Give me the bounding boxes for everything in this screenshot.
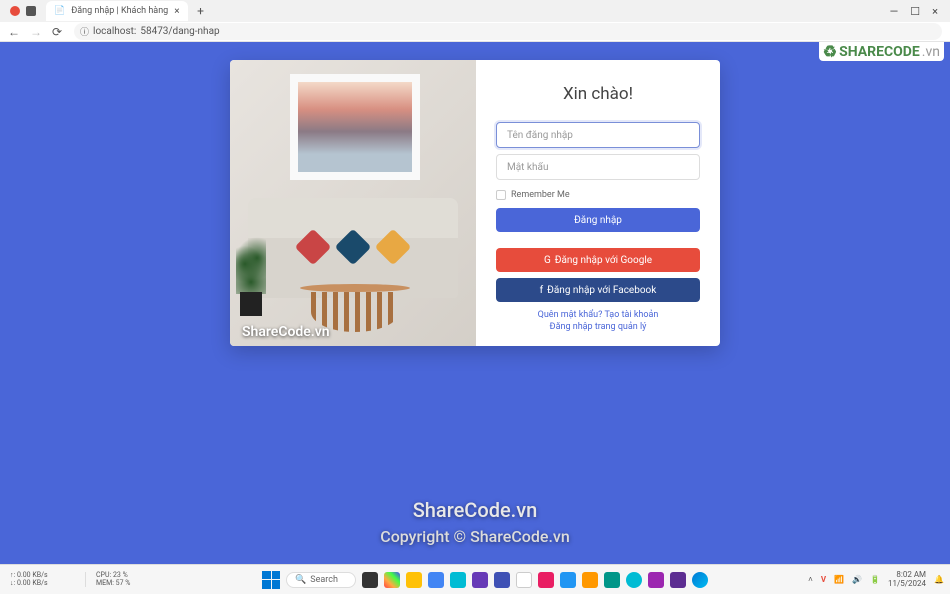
- tab-row: 📄 Đăng nhập | Khách hàng × + — ☐ ×: [0, 0, 950, 22]
- new-tab-button[interactable]: +: [192, 4, 210, 18]
- task-icon[interactable]: [406, 572, 422, 588]
- task-icon[interactable]: [384, 572, 400, 588]
- system-tray: ˄ V 📶 🔊 🔋 8:02 AM 11/5/2024 🔔: [808, 571, 944, 589]
- app-icon-dark: [26, 6, 36, 16]
- remember-checkbox[interactable]: [496, 190, 506, 200]
- close-icon[interactable]: ×: [932, 5, 938, 18]
- taskbar-search[interactable]: 🔍 Search: [286, 572, 356, 588]
- task-icon[interactable]: [472, 572, 488, 588]
- login-image: ShareCode.vn: [230, 60, 476, 346]
- password-input[interactable]: [496, 154, 700, 180]
- page-body: ♻ SHARECODE.vn ShareCode.vn Xin chào! Re…: [0, 42, 950, 564]
- system-stats: CPU: 23 % MEM: 57 %: [92, 572, 162, 587]
- app-icons: [4, 6, 42, 16]
- facebook-login-button[interactable]: fĐăng nhập với Facebook: [496, 278, 700, 302]
- reload-icon[interactable]: ⟳: [52, 25, 66, 39]
- minimize-icon[interactable]: —: [890, 5, 899, 18]
- url-bar[interactable]: ⓘ localhost: 58473/dang-nhap: [74, 23, 942, 40]
- recycle-icon: ♻: [823, 42, 837, 61]
- app-icon-red: [10, 6, 20, 16]
- date-text: 11/5/2024: [888, 580, 926, 589]
- logo-suffix: .vn: [922, 44, 940, 60]
- painting-decoration: [290, 74, 420, 180]
- search-icon: 🔍: [295, 575, 306, 585]
- facebook-icon: f: [540, 285, 543, 296]
- task-icon[interactable]: [450, 572, 466, 588]
- browser-tab[interactable]: 📄 Đăng nhập | Khách hàng ×: [46, 1, 188, 21]
- notifications-icon[interactable]: 🔔: [934, 575, 944, 584]
- forward-icon[interactable]: →: [30, 25, 44, 39]
- link-row-1: Quên mật khẩu? Tạo tài khoản: [496, 310, 700, 320]
- link-row-2: Đăng nhập trang quản lý: [496, 322, 700, 332]
- admin-login-link[interactable]: Đăng nhập trang quản lý: [550, 322, 647, 332]
- task-icon[interactable]: [538, 572, 554, 588]
- create-account-link[interactable]: Tạo tài khoản: [604, 310, 658, 320]
- tab-title: Đăng nhập | Khách hàng: [71, 6, 168, 16]
- remember-row: Remember Me: [496, 190, 700, 200]
- task-icon[interactable]: [516, 572, 532, 588]
- task-icon[interactable]: [560, 572, 576, 588]
- login-form: Xin chào! Remember Me Đăng nhập GĐăng nh…: [476, 60, 720, 346]
- task-icon[interactable]: [362, 572, 378, 588]
- search-placeholder: Search: [310, 575, 338, 585]
- page-watermark-1: ShareCode.vn: [413, 498, 538, 522]
- task-icon[interactable]: [582, 572, 598, 588]
- clock[interactable]: 8:02 AM 11/5/2024: [888, 571, 926, 589]
- wifi-icon[interactable]: 📶: [834, 575, 844, 584]
- taskbar-apps: [362, 572, 708, 588]
- tray-icon[interactable]: V: [821, 575, 826, 584]
- browser-chrome: 📄 Đăng nhập | Khách hàng × + — ☐ × ← → ⟳…: [0, 0, 950, 42]
- form-title: Xin chào!: [496, 84, 700, 104]
- window-controls: — ☐ ×: [890, 5, 946, 18]
- login-card: ShareCode.vn Xin chào! Remember Me Đăng …: [230, 60, 720, 346]
- task-icon[interactable]: [604, 572, 620, 588]
- task-icon[interactable]: [670, 572, 686, 588]
- logo-text: SHARECODE: [839, 44, 920, 60]
- login-button[interactable]: Đăng nhập: [496, 208, 700, 232]
- page-watermark-2: Copyright © ShareCode.vn: [380, 527, 570, 546]
- tray-chevron-icon[interactable]: ˄: [808, 575, 813, 584]
- tab-favicon: 📄: [54, 6, 65, 16]
- battery-icon[interactable]: 🔋: [870, 575, 880, 584]
- start-button[interactable]: [262, 571, 280, 589]
- google-login-button[interactable]: GĐăng nhập với Google: [496, 248, 700, 272]
- address-row: ← → ⟳ ⓘ localhost: 58473/dang-nhap: [0, 22, 950, 42]
- site-info-icon: ⓘ: [80, 25, 89, 38]
- url-host: localhost:: [93, 26, 136, 37]
- task-icon[interactable]: [428, 572, 444, 588]
- back-icon[interactable]: ←: [8, 25, 22, 39]
- tab-close-icon[interactable]: ×: [174, 6, 179, 17]
- username-input[interactable]: [496, 122, 700, 148]
- plant-decoration: [236, 236, 266, 316]
- sharecode-logo: ♻ SHARECODE.vn: [819, 42, 944, 61]
- task-icon[interactable]: [494, 572, 510, 588]
- volume-icon[interactable]: 🔊: [852, 575, 862, 584]
- taskbar: ↑: 0.00 KB/s ↓: 0.00 KB/s CPU: 23 % MEM:…: [0, 564, 950, 594]
- remember-label: Remember Me: [511, 190, 570, 200]
- edge-icon[interactable]: [692, 572, 708, 588]
- url-path: 58473/dang-nhap: [140, 26, 219, 37]
- maximize-icon[interactable]: ☐: [910, 5, 920, 18]
- network-stats: ↑: 0.00 KB/s ↓: 0.00 KB/s: [6, 572, 86, 587]
- forgot-password-link[interactable]: Quên mật khẩu?: [538, 310, 603, 320]
- task-icon[interactable]: [648, 572, 664, 588]
- task-icon[interactable]: [626, 572, 642, 588]
- google-icon: G: [544, 255, 551, 266]
- image-watermark: ShareCode.vn: [242, 324, 330, 340]
